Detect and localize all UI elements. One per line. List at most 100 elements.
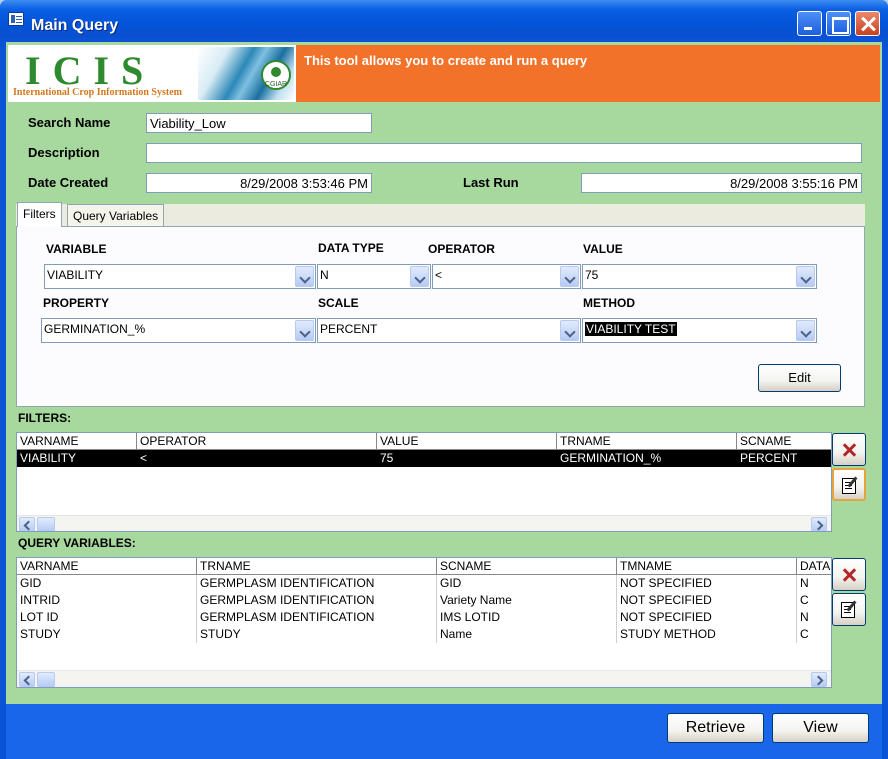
table-row[interactable]: STUDY STUDY Name STUDY METHOD C bbox=[17, 626, 831, 643]
filters-col-trname[interactable]: TRNAME bbox=[557, 433, 737, 450]
variable-combo[interactable]: VIABILITY bbox=[44, 264, 316, 289]
cell-tmname: STUDY METHOD bbox=[617, 626, 797, 643]
value-combo[interactable]: 75 bbox=[582, 264, 817, 289]
close-button[interactable] bbox=[855, 11, 880, 36]
qv-col-scname[interactable]: SCNAME bbox=[437, 558, 617, 575]
delete-icon bbox=[841, 568, 857, 582]
retrieve-button[interactable]: Retrieve bbox=[667, 713, 764, 743]
query-variables-list[interactable]: VARNAME TRNAME SCNAME TMNAME DATA GID GE… bbox=[16, 557, 832, 688]
filters-col-operator[interactable]: OPERATOR bbox=[137, 433, 377, 450]
delete-filter-button[interactable] bbox=[832, 433, 866, 466]
edit-button[interactable]: Edit bbox=[758, 364, 841, 392]
datatype-combo[interactable]: N bbox=[317, 264, 431, 289]
chevron-down-icon[interactable] bbox=[796, 266, 815, 287]
cell-scname: IMS LOTID bbox=[437, 609, 617, 626]
datatype-header: DATA TYPE bbox=[318, 241, 384, 255]
cell-trname: GERMINATION_% bbox=[560, 451, 662, 465]
qv-col-data[interactable]: DATA bbox=[797, 558, 831, 575]
logo-subtitle: International Crop Information System bbox=[13, 87, 182, 98]
scroll-left-icon[interactable] bbox=[19, 672, 35, 687]
date-created-label: Date Created bbox=[28, 175, 109, 190]
cell-tmname: NOT SPECIFIED bbox=[617, 575, 797, 592]
qv-col-tmname[interactable]: TMNAME bbox=[617, 558, 797, 575]
qv-col-trname[interactable]: TRNAME bbox=[197, 558, 437, 575]
cell-scname: Variety Name bbox=[437, 592, 617, 609]
table-row[interactable]: GID GERMPLASM IDENTIFICATION GID NOT SPE… bbox=[17, 575, 831, 592]
filters-hscrollbar[interactable] bbox=[17, 515, 831, 531]
qv-col-varname[interactable]: VARNAME bbox=[17, 558, 197, 575]
description-label: Description bbox=[28, 145, 100, 160]
chevron-down-icon[interactable] bbox=[410, 266, 429, 287]
maximize-button[interactable] bbox=[826, 11, 851, 36]
chevron-down-icon[interactable] bbox=[796, 320, 815, 341]
qv-hscrollbar[interactable] bbox=[17, 670, 831, 687]
operator-combo-value: < bbox=[435, 268, 443, 282]
last-run-field: 8/29/2008 3:55:16 PM bbox=[581, 173, 862, 193]
last-run-label: Last Run bbox=[463, 175, 519, 190]
description-input[interactable] bbox=[146, 143, 862, 163]
filters-col-scname[interactable]: SCNAME bbox=[737, 433, 831, 450]
filters-title: FILTERS: bbox=[18, 411, 72, 425]
delete-query-variable-button[interactable] bbox=[832, 558, 866, 591]
cell-varname: GID bbox=[17, 575, 197, 592]
edit-filter-button[interactable] bbox=[832, 468, 866, 501]
edit-icon bbox=[841, 602, 855, 618]
cell-scname: PERCENT bbox=[740, 451, 798, 465]
search-name-input[interactable]: Viability_Low bbox=[146, 113, 372, 133]
cell-varname: VIABILITY bbox=[20, 451, 77, 465]
tab-query-variables[interactable]: Query Variables bbox=[67, 204, 165, 227]
main-query-window: Main Query ICIS International Crop Infor… bbox=[0, 0, 888, 759]
scale-combo[interactable]: PERCENT bbox=[317, 318, 581, 343]
minimize-button[interactable] bbox=[797, 11, 822, 36]
cell-varname: LOT ID bbox=[17, 609, 197, 626]
cell-trname: GERMPLASM IDENTIFICATION bbox=[197, 592, 437, 609]
value-header: VALUE bbox=[583, 242, 623, 256]
query-form: ICIS International Crop Information Syst… bbox=[6, 42, 882, 704]
footer-bar: Retrieve View bbox=[6, 704, 882, 759]
chevron-down-icon[interactable] bbox=[295, 266, 314, 287]
tab-filters[interactable]: Filters bbox=[17, 202, 62, 227]
table-row[interactable]: VIABILITY < 75 GERMINATION_% PERCENT bbox=[17, 450, 831, 467]
scroll-thumb[interactable] bbox=[37, 517, 55, 531]
form-icon[interactable] bbox=[8, 12, 24, 26]
cell-data: C bbox=[800, 593, 809, 607]
scale-combo-value: PERCENT bbox=[320, 322, 378, 336]
cell-varname: STUDY bbox=[17, 626, 197, 643]
date-created-field: 8/29/2008 3:53:46 PM bbox=[146, 173, 372, 193]
filters-col-value[interactable]: VALUE bbox=[377, 433, 557, 450]
operator-combo[interactable]: < bbox=[432, 264, 581, 289]
cell-varname: INTRID bbox=[17, 592, 197, 609]
scroll-right-icon[interactable] bbox=[811, 672, 827, 687]
chevron-down-icon[interactable] bbox=[560, 320, 579, 341]
variable-header: VARIABLE bbox=[46, 242, 107, 256]
header-banner: This tool allows you to create and run a… bbox=[296, 45, 880, 102]
datatype-combo-value: N bbox=[320, 268, 329, 282]
cell-data: C bbox=[800, 627, 809, 641]
edit-query-variable-button[interactable] bbox=[832, 593, 866, 626]
scroll-thumb[interactable] bbox=[37, 672, 55, 687]
scroll-left-icon[interactable] bbox=[19, 517, 35, 531]
scroll-right-icon[interactable] bbox=[811, 517, 827, 531]
table-row[interactable]: INTRID GERMPLASM IDENTIFICATION Variety … bbox=[17, 592, 831, 609]
cell-trname: GERMPLASM IDENTIFICATION bbox=[197, 609, 437, 626]
window-title: Main Query bbox=[31, 17, 119, 34]
icis-logo: ICIS International Crop Information Syst… bbox=[8, 45, 296, 102]
filters-list[interactable]: VARNAME OPERATOR VALUE TRNAME SCNAME VIA… bbox=[16, 432, 832, 532]
property-combo-value: GERMINATION_% bbox=[44, 322, 146, 336]
filters-col-varname[interactable]: VARNAME bbox=[17, 433, 137, 450]
variable-combo-value: VIABILITY bbox=[47, 268, 104, 282]
chevron-down-icon[interactable] bbox=[295, 320, 314, 341]
title-bar[interactable]: Main Query bbox=[0, 0, 888, 38]
operator-header: OPERATOR bbox=[428, 242, 495, 256]
search-name-label: Search Name bbox=[28, 115, 111, 130]
view-button[interactable]: View bbox=[772, 713, 869, 743]
table-row[interactable]: LOT ID GERMPLASM IDENTIFICATION IMS LOTI… bbox=[17, 609, 831, 626]
method-combo[interactable]: VIABILITY TEST bbox=[582, 318, 817, 343]
value-combo-value: 75 bbox=[585, 268, 599, 282]
edit-icon bbox=[842, 478, 856, 494]
query-variables-title: QUERY VARIABLES: bbox=[18, 536, 136, 550]
property-combo[interactable]: GERMINATION_% bbox=[41, 318, 316, 343]
cell-tmname: NOT SPECIFIED bbox=[617, 592, 797, 609]
chevron-down-icon[interactable] bbox=[560, 266, 579, 287]
scale-header: SCALE bbox=[318, 296, 359, 310]
